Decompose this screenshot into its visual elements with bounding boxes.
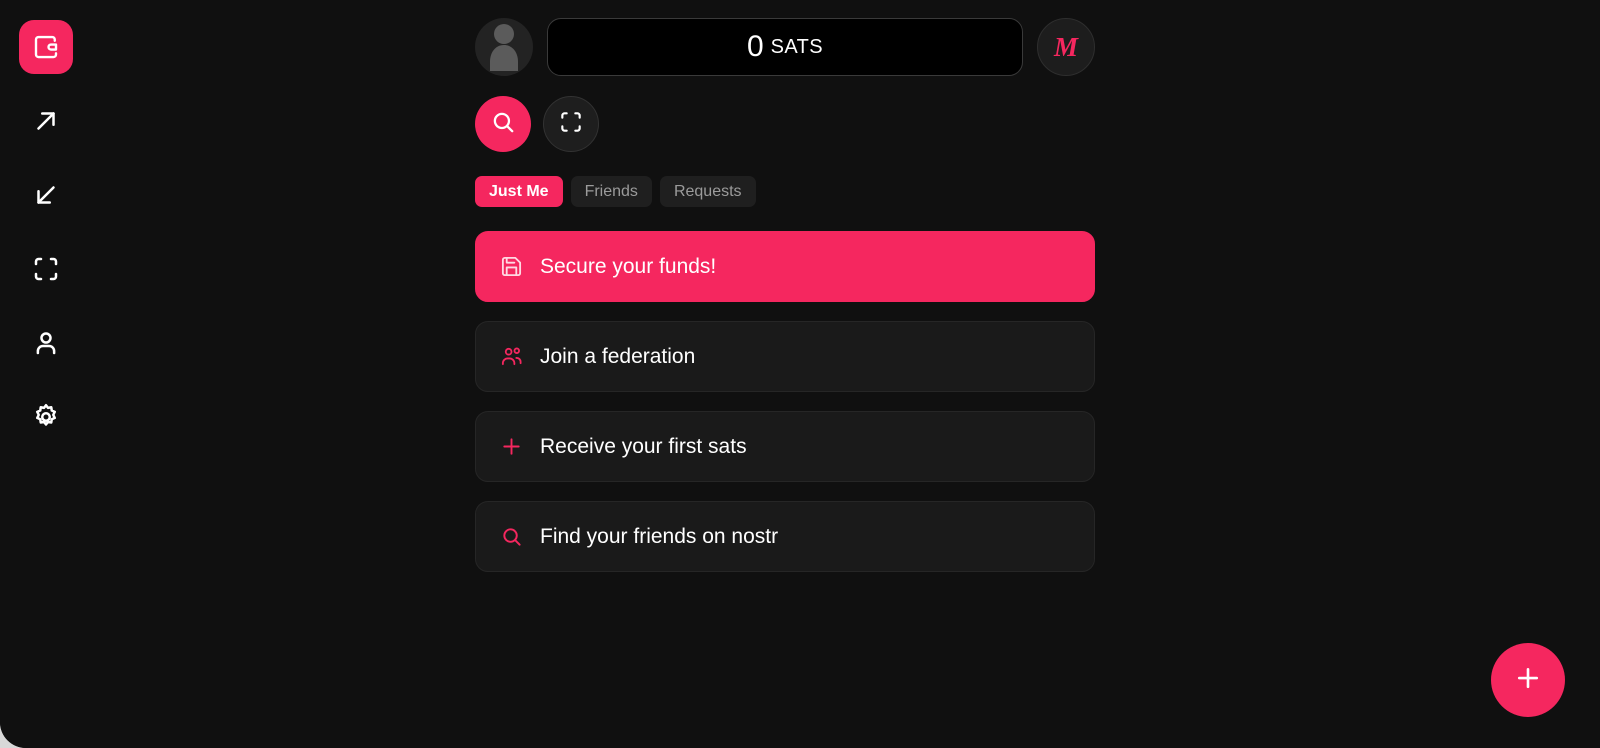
- main-content: 0 SATS M Just Me Friends Requests Secure…: [92, 0, 1600, 748]
- scan-button[interactable]: [543, 96, 599, 152]
- sidebar-item-send[interactable]: [19, 94, 73, 148]
- save-icon: [500, 255, 523, 278]
- plus-icon: [1513, 663, 1543, 698]
- card-label: Secure your funds!: [540, 254, 717, 278]
- balance-row: 0 SATS M: [475, 16, 1095, 78]
- person-icon: [31, 328, 61, 358]
- sidebar-item-scan[interactable]: [19, 242, 73, 296]
- card-receive-your-first-sats[interactable]: Receive your first sats: [475, 411, 1095, 482]
- plus-icon: [500, 435, 523, 458]
- card-label: Find your friends on nostr: [540, 524, 779, 548]
- tab-requests[interactable]: Requests: [659, 176, 756, 207]
- arrow-up-right-icon: [31, 106, 61, 136]
- arrow-down-left-icon: [31, 180, 61, 210]
- scan-icon: [31, 254, 61, 284]
- card-join-a-federation[interactable]: Join a federation: [475, 321, 1095, 392]
- quick-action-row: [475, 96, 1095, 152]
- balance-unit: SATS: [770, 36, 824, 58]
- balance-amount: 0: [746, 30, 764, 63]
- avatar-placeholder-icon: [475, 18, 533, 76]
- app-window: 0 SATS M Just Me Friends Requests Secure…: [0, 0, 1600, 748]
- card-find-your-friends-on-nostr[interactable]: Find your friends on nostr: [475, 501, 1095, 572]
- gear-icon: [31, 402, 61, 432]
- card-secure-your-funds[interactable]: Secure your funds!: [475, 231, 1095, 302]
- search-icon: [490, 109, 516, 140]
- content-column: 0 SATS M Just Me Friends Requests Secure…: [475, 16, 1095, 591]
- onboarding-card-list: Secure your funds! Join a federation Rec…: [475, 231, 1095, 572]
- sidebar-item-receive[interactable]: [19, 168, 73, 222]
- card-label: Join a federation: [540, 344, 696, 368]
- new-action-fab[interactable]: [1491, 643, 1565, 717]
- avatar[interactable]: [475, 18, 533, 76]
- tab-just-me[interactable]: Just Me: [475, 176, 563, 207]
- tab-friends[interactable]: Friends: [570, 176, 652, 207]
- balance-display[interactable]: 0 SATS: [547, 18, 1023, 76]
- sidebar-item-settings[interactable]: [19, 390, 73, 444]
- card-label: Receive your first sats: [540, 434, 747, 458]
- sidebar-item-profile[interactable]: [19, 316, 73, 370]
- wallet-icon: [31, 32, 61, 62]
- monogram-badge[interactable]: M: [1037, 18, 1095, 76]
- scan-icon: [558, 109, 584, 140]
- sidebar: [0, 0, 92, 748]
- filter-tabs: Just Me Friends Requests: [475, 176, 1095, 207]
- search-button[interactable]: [475, 96, 531, 152]
- sidebar-item-wallet[interactable]: [19, 20, 73, 74]
- users-icon: [500, 345, 523, 368]
- search-icon: [500, 525, 523, 548]
